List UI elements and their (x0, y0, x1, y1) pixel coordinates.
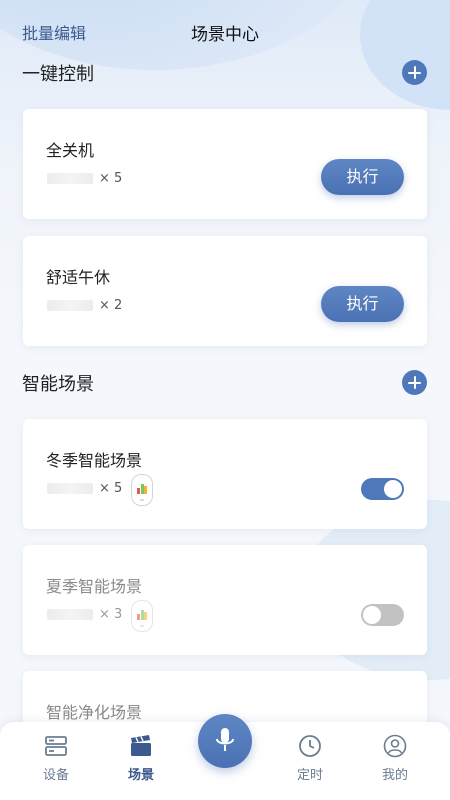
tab-scenes[interactable]: 场景 (101, 722, 181, 800)
device-summary: × 3 (47, 606, 122, 622)
scene-card-all-off[interactable]: 全关机 × 5 执行 (23, 109, 427, 219)
smart-card-summer[interactable]: 夏季智能场景 × 3 (23, 545, 427, 655)
tab-label: 我的 (381, 768, 408, 783)
tab-devices[interactable]: 设备 (16, 722, 96, 800)
device-count: × 2 (99, 297, 123, 313)
scene-toggle[interactable] (361, 604, 404, 626)
page-title: 场景中心 (191, 25, 259, 45)
scene-name: 全关机 (46, 141, 95, 160)
device-summary: × 5 (47, 170, 122, 186)
scenes-icon (131, 735, 151, 756)
clock-icon (299, 735, 321, 757)
device-count: × 3 (99, 606, 123, 622)
scene-card-nap[interactable]: 舒适午休 × 2 执行 (23, 236, 427, 346)
add-smart-scene-button[interactable] (402, 370, 427, 395)
device-summary: × 2 (47, 297, 122, 313)
device-icon (131, 474, 153, 506)
smart-card-winter[interactable]: 冬季智能场景 × 5 (23, 419, 427, 529)
user-icon (383, 734, 407, 758)
devices-icon (45, 736, 67, 756)
scene-toggle[interactable] (361, 478, 404, 500)
tab-label: 场景 (127, 768, 154, 783)
tab-mine[interactable]: 我的 (355, 722, 435, 800)
device-count: × 5 (99, 170, 123, 186)
execute-button[interactable]: 执行 (321, 159, 404, 195)
scene-name: 冬季智能场景 (46, 451, 143, 470)
scene-name: 智能净化场景 (46, 703, 143, 722)
tab-label: 设备 (42, 768, 69, 783)
tab-timer[interactable]: 定时 (270, 722, 350, 800)
device-name-placeholder (47, 482, 93, 494)
header: 批量编辑 场景中心 (0, 0, 450, 62)
section-title-one-key: 一键控制 (22, 64, 94, 85)
toggle-knob (384, 480, 402, 498)
device-name-placeholder (47, 299, 93, 311)
mic-icon (216, 728, 234, 751)
add-one-key-button[interactable] (402, 60, 427, 85)
device-count: × 5 (99, 480, 123, 496)
toggle-knob (363, 606, 381, 624)
execute-button[interactable]: 执行 (321, 286, 404, 322)
device-name-placeholder (47, 172, 93, 184)
device-name-placeholder (47, 608, 93, 620)
device-summary: × 5 (47, 480, 122, 496)
scene-name: 夏季智能场景 (46, 577, 143, 596)
voice-button[interactable] (198, 714, 252, 768)
device-icon (131, 600, 153, 632)
section-title-smart: 智能场景 (22, 374, 94, 395)
scene-name: 舒适午休 (46, 268, 111, 287)
tab-label: 定时 (296, 768, 323, 783)
